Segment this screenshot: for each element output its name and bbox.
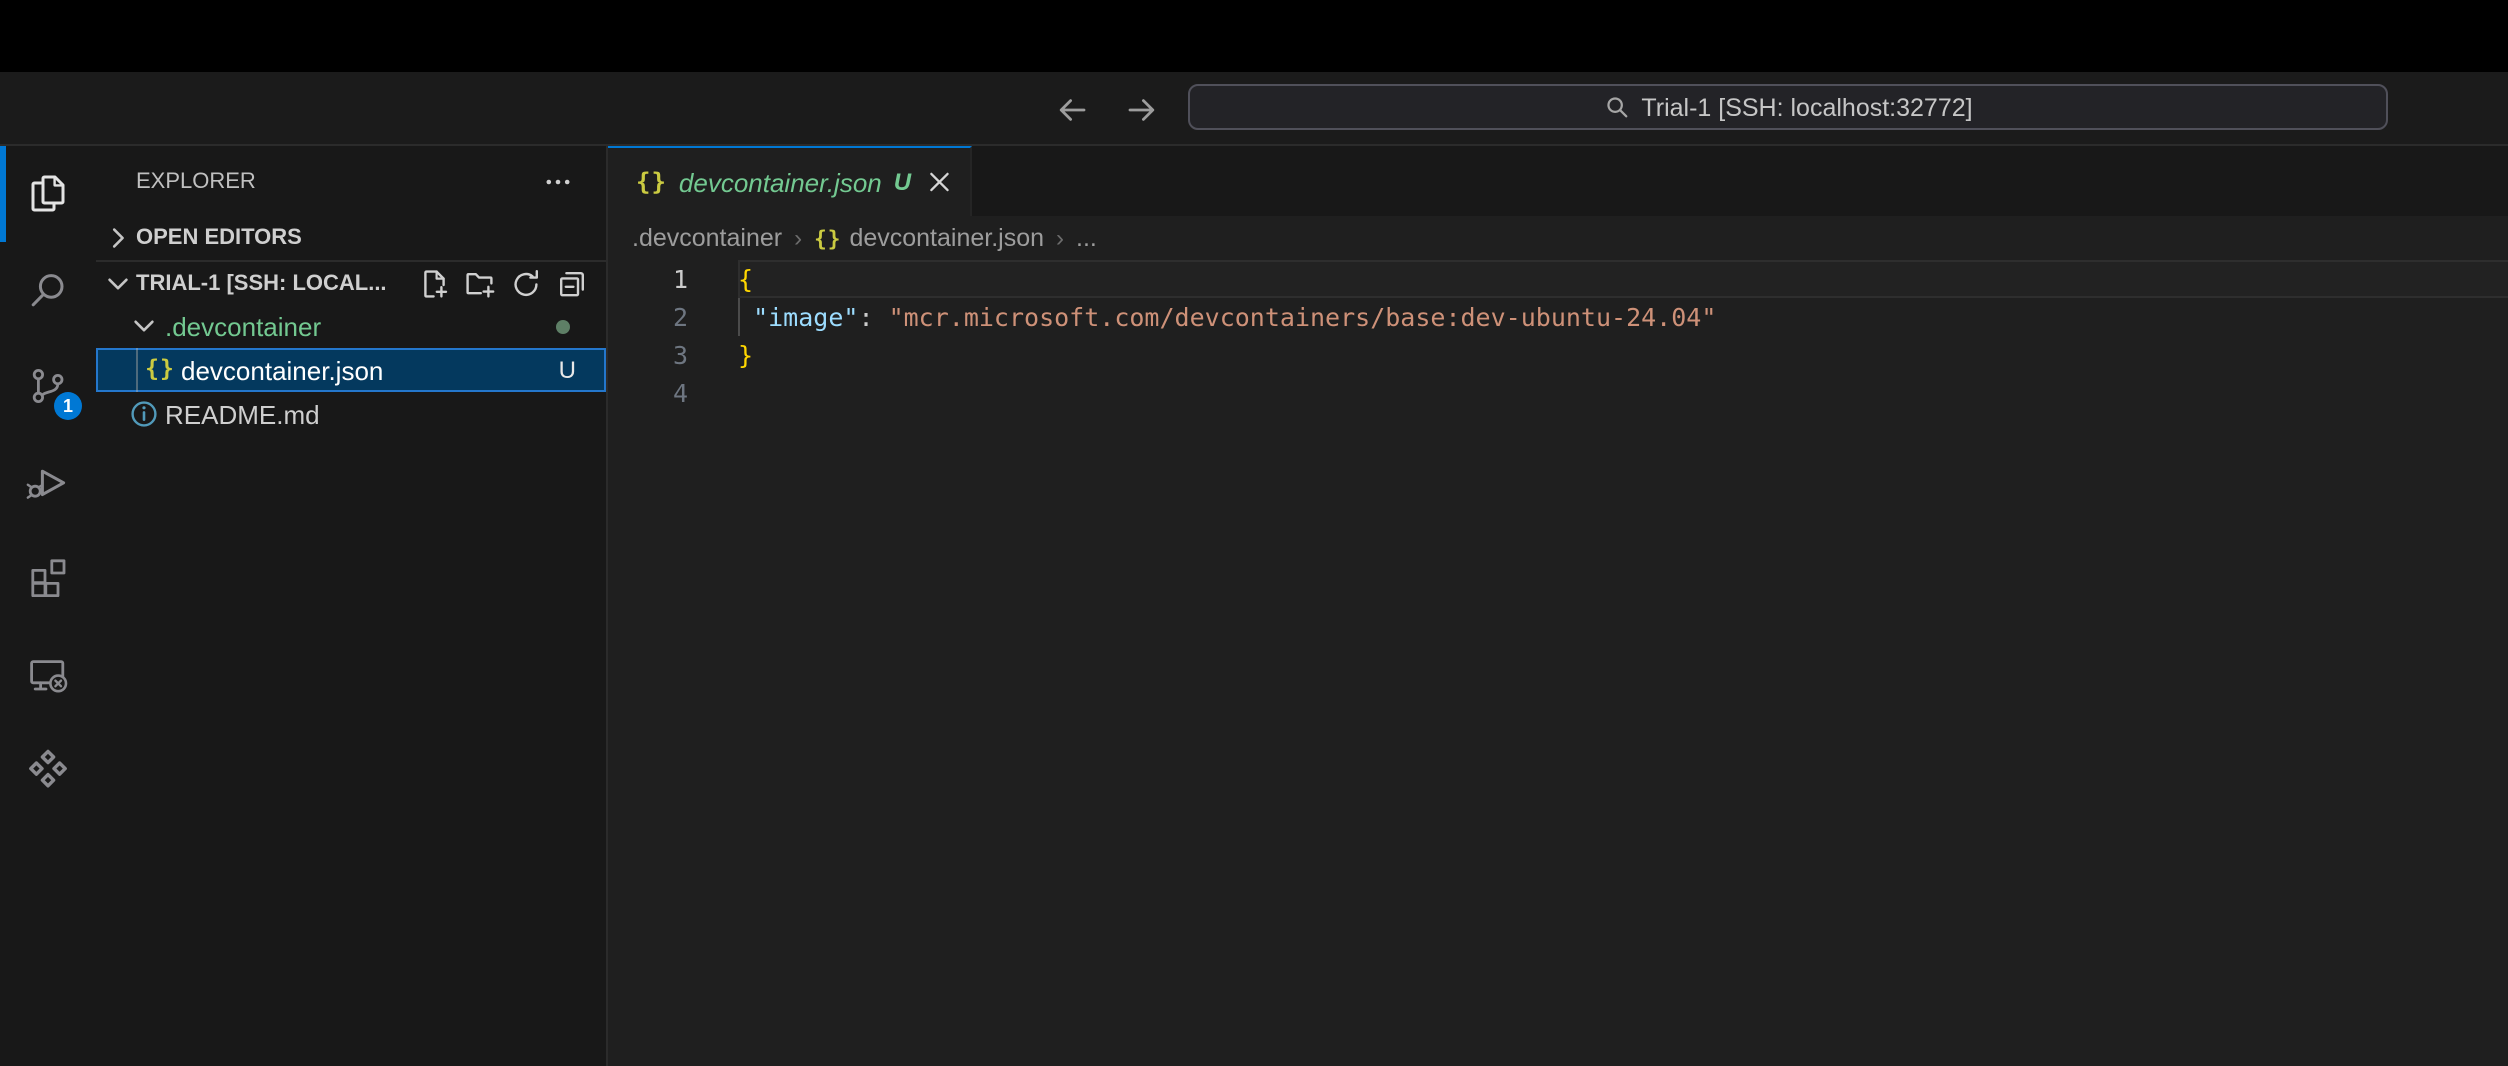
section-workspace[interactable]: TRIAL-1 [SSH: LOCAL...: [96, 260, 606, 304]
chevron-down-icon: [102, 267, 134, 299]
command-center[interactable]: Trial-1 [SSH: localhost:32772]: [1188, 84, 2388, 130]
macos-menubar-strip: [0, 0, 2508, 72]
line-content: }: [688, 336, 753, 374]
code-line-3[interactable]: 3}: [608, 336, 2508, 374]
section-actions: [418, 267, 588, 299]
breadcrumb-separator: ›: [1056, 224, 1064, 252]
title-bar: Trial-1 [SSH: localhost:32772]: [0, 72, 2508, 146]
run-debug-icon: [24, 458, 72, 506]
code-editor[interactable]: 1{2 "image": "mcr.microsoft.com/devconta…: [608, 260, 2508, 1066]
vscode-window: Trial-1 [SSH: localhost:32772] 1 EXPLORE…: [0, 0, 2508, 1066]
line-number[interactable]: 4: [608, 374, 688, 412]
command-center-title: Trial-1 [SSH: localhost:32772]: [1641, 93, 1972, 121]
file-tree: .devcontainer {}devcontainer.json U README.…: [96, 304, 606, 436]
code-line-2[interactable]: 2 "image": "mcr.microsoft.com/devcontain…: [608, 298, 2508, 336]
section-label: OPEN EDITORS: [136, 226, 302, 250]
tree-indent-guide: [136, 348, 138, 392]
close-icon[interactable]: [923, 166, 954, 198]
source-control-badge: 1: [54, 392, 82, 420]
activity-item-extensions[interactable]: [0, 530, 96, 626]
containers-icon: [24, 746, 72, 794]
new-folder-icon[interactable]: [464, 267, 496, 299]
git-modified-dot: [556, 319, 570, 333]
token-bracket: }: [738, 340, 753, 370]
activity-item-search[interactable]: [0, 242, 96, 338]
chevron-right-icon: [102, 222, 134, 254]
section-open-editors[interactable]: OPEN EDITORS: [96, 216, 606, 260]
line-content: "image": "mcr.microsoft.com/devcontainer…: [688, 298, 1716, 336]
line-content: {: [688, 260, 753, 298]
breadcrumb-separator: ›: [794, 224, 802, 252]
activity-bar: 1: [0, 146, 96, 1066]
token-plain: :: [858, 302, 873, 332]
files-icon: [24, 170, 72, 218]
activity-item-remote-explorer[interactable]: [0, 626, 96, 722]
tab-devcontainer-json[interactable]: {} devcontainer.json U: [608, 146, 972, 216]
line-number[interactable]: 1: [608, 260, 688, 298]
line-number[interactable]: 3: [608, 336, 688, 374]
token-bracket: {: [738, 264, 753, 294]
token-string: "mcr.microsoft.com/devcontainers/base:de…: [889, 302, 1717, 332]
current-line-highlight: [738, 260, 2508, 298]
new-file-icon[interactable]: [418, 267, 450, 299]
back-button[interactable]: [1054, 92, 1090, 128]
explorer-sidebar: EXPLORER OPEN EDITORS TRIAL-1 [SSH: LOCA…: [96, 146, 608, 1066]
tab-label: devcontainer.json: [679, 167, 882, 197]
code-line-1[interactable]: 1{: [608, 260, 2508, 298]
forward-button[interactable]: [1124, 92, 1160, 128]
tree-item-label: .devcontainer: [165, 311, 321, 341]
collapse-all-icon[interactable]: [556, 267, 588, 299]
sidebar-title-bar: EXPLORER: [96, 146, 606, 216]
code-line-4[interactable]: 4: [608, 374, 2508, 412]
back-arrow-icon: [1054, 92, 1090, 128]
token-plain: [874, 302, 889, 332]
breadcrumb-item[interactable]: ...: [1076, 224, 1097, 252]
breadcrumb-item[interactable]: {} devcontainer.json: [814, 224, 1044, 252]
tab-bar: {} devcontainer.json U: [608, 146, 2508, 216]
sidebar-title: EXPLORER: [136, 169, 256, 193]
tree-item-.devcontainer[interactable]: .devcontainer: [96, 304, 606, 348]
activity-item-run-and-debug[interactable]: [0, 434, 96, 530]
editor-group: {} devcontainer.json U .devcontainer › {} d…: [608, 146, 2508, 1066]
info-icon: [128, 398, 160, 430]
json-icon: {}: [814, 224, 841, 252]
forward-arrow-icon: [1124, 92, 1160, 128]
line-content: [688, 374, 738, 412]
extensions-icon: [24, 554, 72, 602]
refresh-icon[interactable]: [510, 267, 542, 299]
remote-explorer-icon: [24, 650, 72, 698]
git-status-badge: U: [559, 356, 576, 384]
line-number[interactable]: 2: [608, 298, 688, 336]
search-icon: [1603, 94, 1629, 120]
activity-item-explorer[interactable]: [0, 146, 96, 242]
tree-item-label: README.md: [165, 399, 320, 429]
activity-item-containers[interactable]: [0, 722, 96, 818]
section-label: TRIAL-1 [SSH: LOCAL...: [136, 271, 387, 295]
chevron-down-icon: [128, 310, 160, 342]
breadcrumb-item[interactable]: .devcontainer: [632, 224, 782, 252]
json-icon: {}: [144, 354, 176, 386]
more-actions-icon[interactable]: [542, 165, 574, 197]
tab-git-status: U: [894, 168, 911, 196]
breadcrumb-label: ...: [1076, 224, 1097, 252]
breadcrumb-label: .devcontainer: [632, 224, 782, 252]
breadcrumb-label: devcontainer.json: [849, 224, 1044, 252]
tree-item-devcontainer.json[interactable]: {}devcontainer.json U: [96, 348, 606, 392]
token-key: "image": [753, 302, 858, 332]
tree-item-README.md[interactable]: README.md: [96, 392, 606, 436]
tree-item-label: devcontainer.json: [181, 355, 383, 385]
activity-item-source-control[interactable]: 1: [0, 338, 96, 434]
search-icon: [24, 266, 72, 314]
token-plain: [738, 302, 753, 332]
breadcrumbs: .devcontainer › {} devcontainer.json ›...: [608, 216, 2508, 260]
json-icon: {}: [636, 164, 667, 200]
